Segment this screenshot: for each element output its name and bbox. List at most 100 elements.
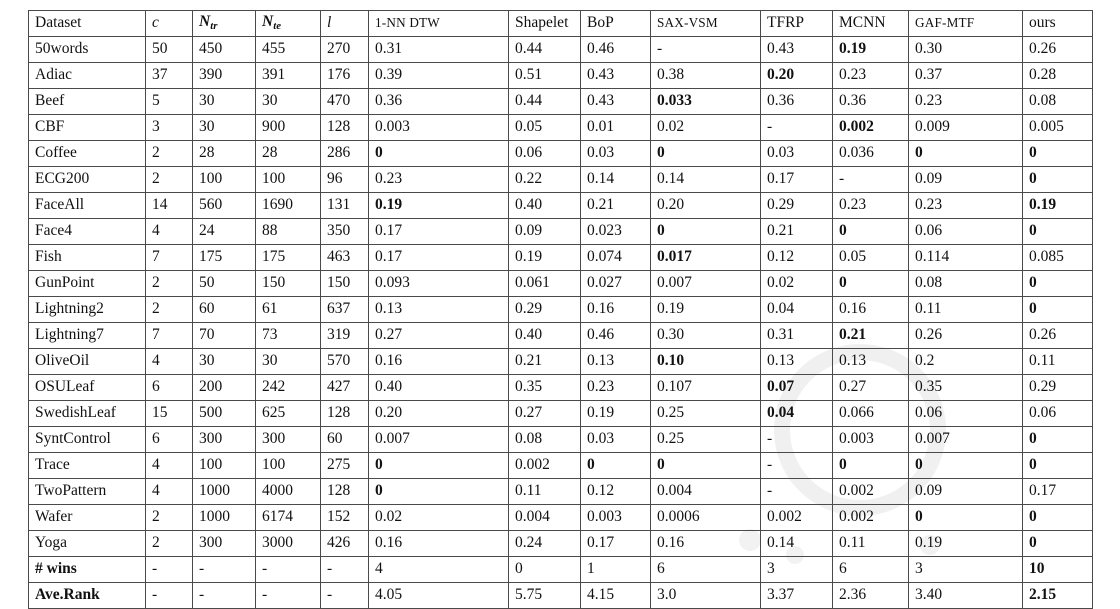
data-cell: 0.14: [580, 166, 651, 193]
data-cell: 0.31: [760, 322, 833, 349]
data-cell: 2: [145, 530, 193, 557]
cell-value: 3: [152, 117, 160, 135]
data-cell: 0: [650, 452, 761, 479]
data-cell: 60: [320, 426, 369, 453]
cell-value: 0.02: [375, 507, 403, 525]
data-cell: 0.23: [832, 62, 909, 89]
data-cell: 0.19: [650, 296, 761, 323]
cell-value: 0.002: [515, 455, 550, 473]
column-header-bop[interactable]: BoP: [580, 10, 651, 37]
cell-value: 0: [915, 455, 923, 473]
table-row: SwedishLeaf 15 500 625 128 0.20 0.27 0.19 0.25 0.…: [28, 400, 1093, 427]
column-header-ntr[interactable]: Ntr: [192, 10, 256, 37]
data-cell: 152: [320, 504, 369, 531]
column-header-tfrp[interactable]: TFRP: [760, 10, 833, 37]
cell-value: 426: [327, 533, 351, 551]
data-cell: 24: [192, 218, 256, 245]
column-header-shapelet[interactable]: Shapelet: [508, 10, 581, 37]
data-cell: 300: [255, 426, 321, 453]
cell-value: 73: [262, 325, 278, 343]
data-cell: 1000: [192, 478, 256, 505]
column-header-c[interactable]: c: [145, 10, 193, 37]
cell-value: 88: [262, 221, 278, 239]
cell-value: 0.2: [915, 351, 935, 369]
cell-value: 0.03: [587, 429, 615, 447]
cell-value: 0.30: [915, 39, 943, 57]
table-row: TwoPattern 4 1000 4000 128 0 0.11 0.12 0.004 - 0.0…: [28, 478, 1093, 505]
data-cell: 0.27: [368, 322, 509, 349]
data-cell: 15: [145, 400, 193, 427]
cell-value: 0.06: [1029, 403, 1057, 421]
cell-value: 0.061: [515, 273, 550, 291]
data-cell: 0.02: [650, 114, 761, 141]
cell-value: 0.17: [375, 247, 403, 265]
cell-value: -: [152, 559, 158, 577]
data-cell: 0.39: [368, 62, 509, 89]
cell-value: 0: [1029, 143, 1037, 161]
column-header-label: Dataset: [35, 13, 82, 31]
cell-value: 96: [327, 169, 343, 187]
data-cell: 0.005: [1022, 114, 1093, 141]
cell-value: 300: [199, 429, 223, 447]
cell-value: 0.08: [1029, 91, 1057, 109]
data-cell: -: [760, 478, 833, 505]
cell-value: 0.25: [657, 403, 685, 421]
data-cell: 427: [320, 374, 369, 401]
cell-value: 0.20: [767, 65, 795, 83]
data-cell: 0.23: [580, 374, 651, 401]
data-cell: 88: [255, 218, 321, 245]
cell-value: 3.40: [915, 585, 943, 603]
cell-value: 70: [199, 325, 215, 343]
data-cell: 73: [255, 322, 321, 349]
cell-value: 0.22: [515, 169, 543, 187]
data-cell: 0.19: [368, 192, 509, 219]
column-header-mcnn[interactable]: MCNN: [832, 10, 909, 37]
data-cell: 30: [192, 88, 256, 115]
cell-value: 0.066: [839, 403, 874, 421]
cell-value: 2: [152, 507, 160, 525]
table-row: Beef 5 30 30 470 0.36 0.44 0.43 0.033 0.36 0.36 0.2…: [28, 88, 1093, 115]
cell-value: 450: [199, 39, 223, 57]
data-cell: 4: [145, 452, 193, 479]
cell-value: 0.02: [657, 117, 685, 135]
cell-value: 427: [327, 377, 351, 395]
column-header-l[interactable]: l: [320, 10, 369, 37]
row-label: Lightning2: [35, 299, 104, 317]
cell-value: 61: [262, 299, 278, 317]
cell-value: 0.28: [1029, 65, 1057, 83]
column-header-dataset[interactable]: Dataset: [28, 10, 146, 37]
cell-value: 0.43: [587, 91, 615, 109]
data-cell: 0.023: [580, 218, 651, 245]
data-cell: 0.19: [832, 36, 909, 63]
data-cell: 3.37: [760, 582, 833, 609]
data-cell: 0: [1022, 218, 1093, 245]
cell-value: 0.027: [587, 273, 622, 291]
cell-value: 0.46: [587, 325, 615, 343]
cell-value: 0.13: [839, 351, 867, 369]
data-cell: 0.40: [368, 374, 509, 401]
cell-value: 0: [839, 273, 847, 291]
column-header-ours[interactable]: ours: [1022, 10, 1093, 37]
column-header-sax[interactable]: SAX-VSM: [650, 10, 761, 37]
data-cell: 0.46: [580, 322, 651, 349]
column-header-dtw[interactable]: 1-NN DTW: [368, 10, 509, 37]
cell-value: 150: [262, 273, 286, 291]
data-cell: 2: [145, 270, 193, 297]
cell-value: 30: [199, 351, 215, 369]
data-cell: 0.04: [760, 296, 833, 323]
data-cell: 0: [832, 452, 909, 479]
data-cell: 0.06: [908, 400, 1023, 427]
data-cell: 3: [145, 114, 193, 141]
cell-value: 175: [262, 247, 286, 265]
data-cell: -: [192, 582, 256, 609]
data-cell: 131: [320, 192, 369, 219]
cell-value: 15: [152, 403, 168, 421]
cell-value: 0.31: [375, 39, 403, 57]
data-cell: 0.44: [508, 36, 581, 63]
column-header-label: SAX-VSM: [657, 14, 718, 30]
cell-value: 60: [327, 429, 343, 447]
column-header-gaf[interactable]: GAF-MTF: [908, 10, 1023, 37]
column-header-label: l: [327, 13, 332, 31]
data-cell: 0.25: [650, 426, 761, 453]
column-header-nte[interactable]: Nte: [255, 10, 321, 37]
